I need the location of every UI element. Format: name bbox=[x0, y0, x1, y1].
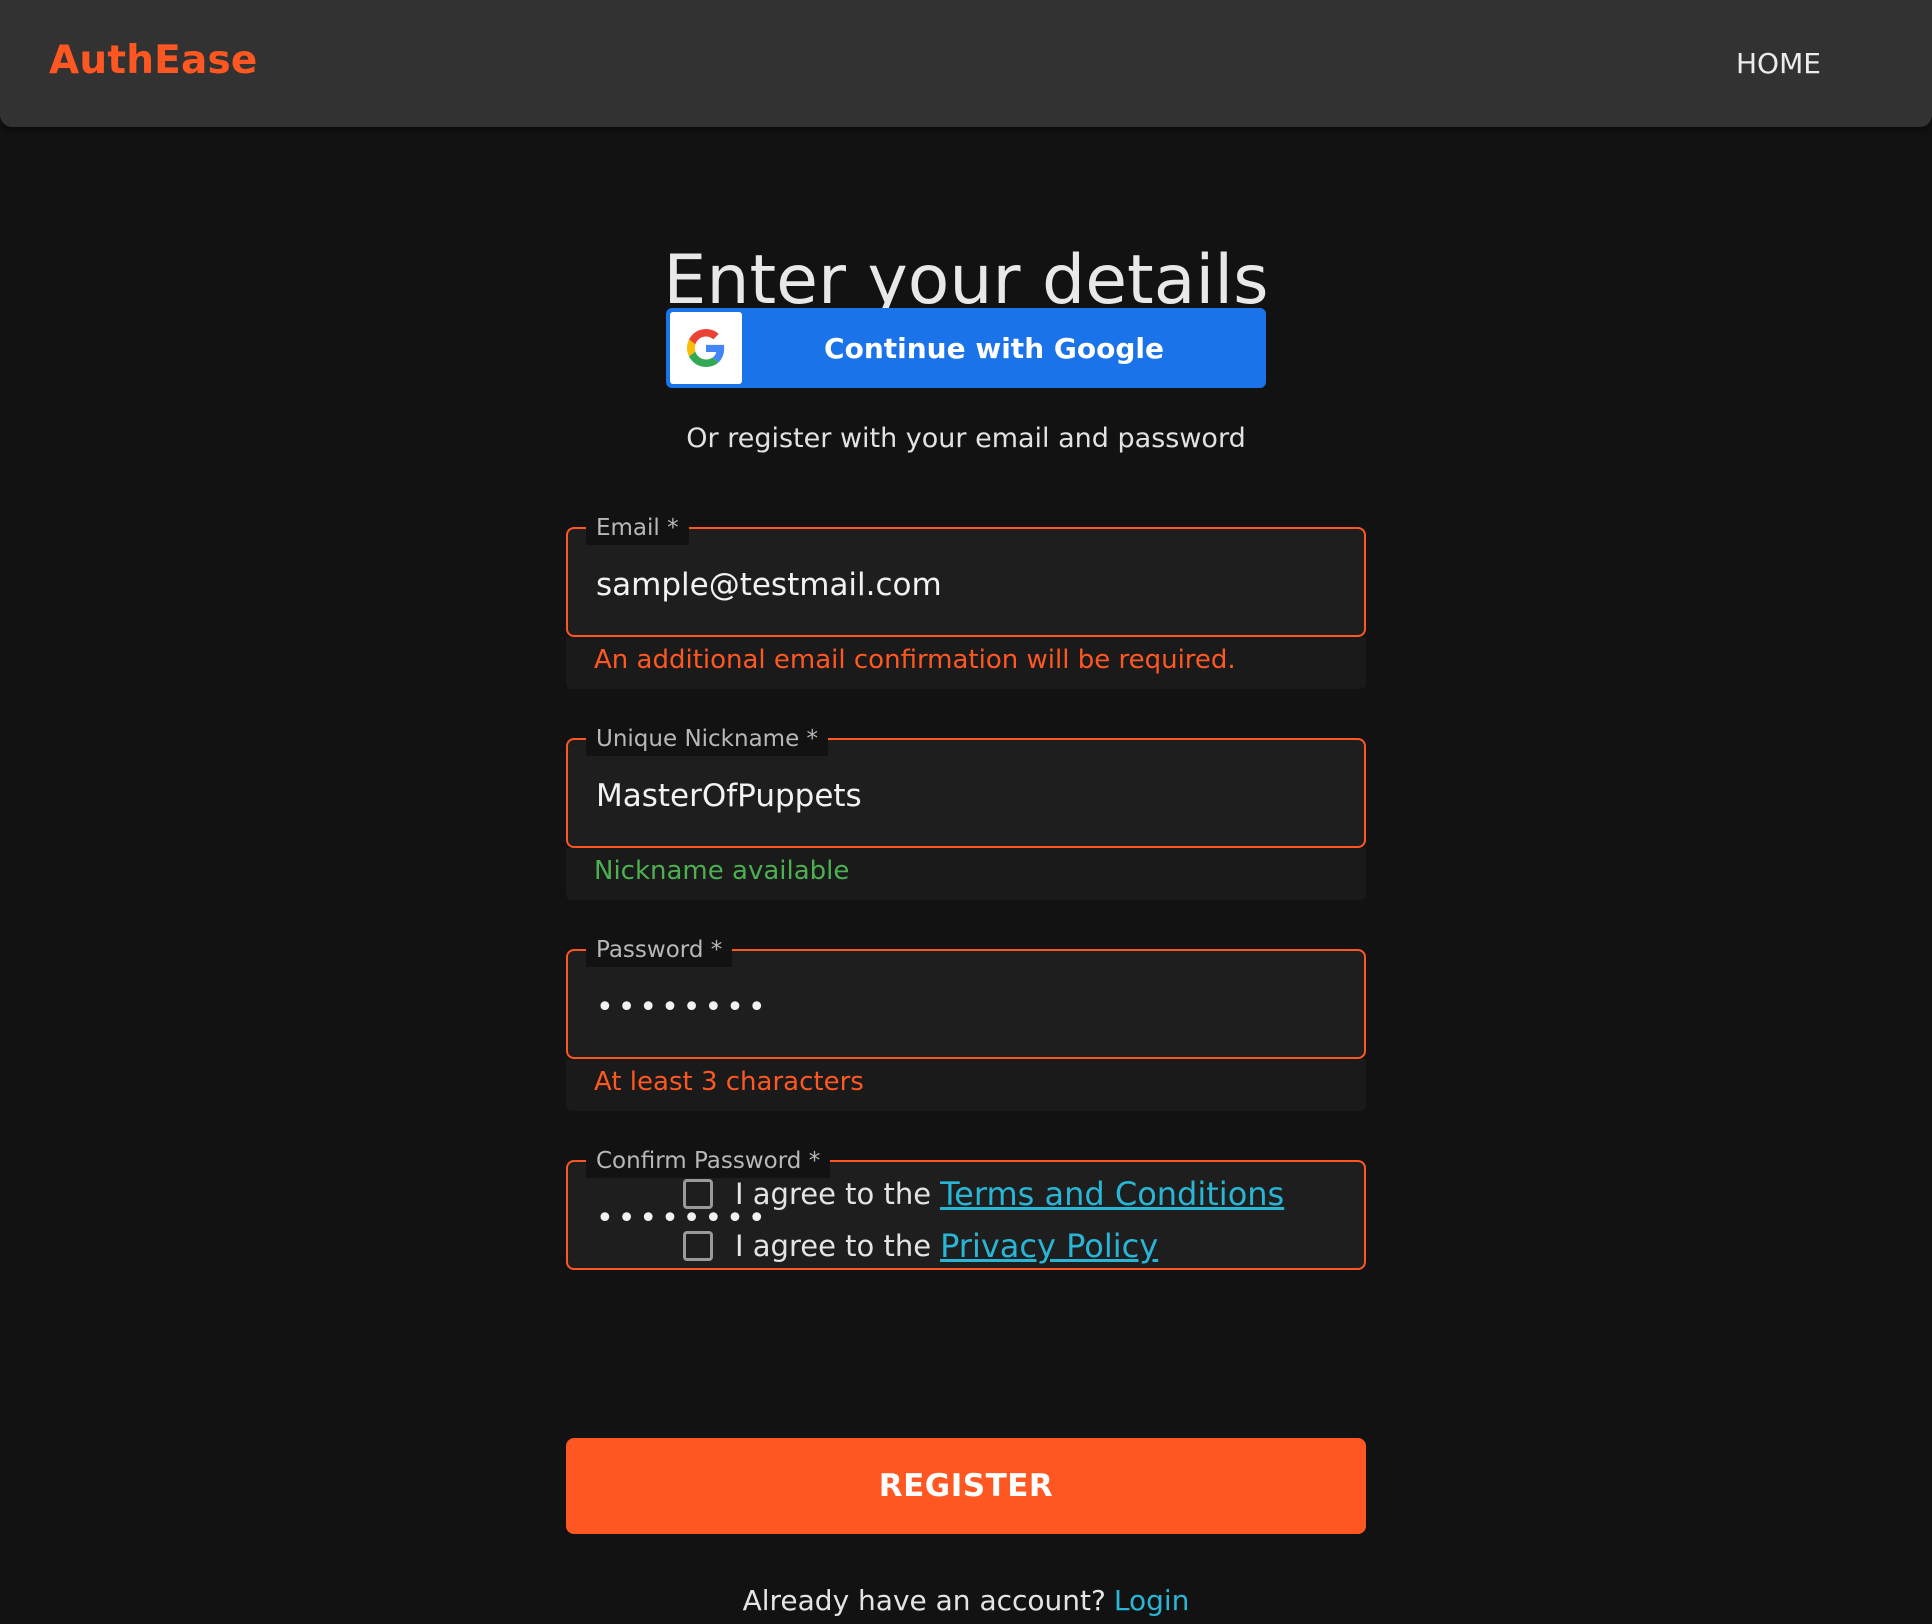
password-helper-text: At least 3 characters bbox=[594, 1067, 864, 1097]
google-g-icon bbox=[670, 312, 742, 384]
google-button-label: Continue with Google bbox=[824, 331, 1164, 365]
privacy-checkbox[interactable] bbox=[683, 1231, 713, 1261]
nickname-field-outline: Unique Nickname * bbox=[566, 722, 1366, 848]
login-prompt: Already have an account? Login bbox=[0, 1584, 1932, 1617]
login-prompt-text: Already have an account? bbox=[742, 1584, 1106, 1617]
nickname-label: Unique Nickname * bbox=[586, 722, 829, 756]
brand-logo[interactable]: AuthEase bbox=[49, 38, 258, 83]
continue-with-google-button[interactable]: Continue with Google bbox=[666, 308, 1266, 388]
email-field-outline: Email * bbox=[566, 511, 1366, 637]
register-button[interactable]: REGISTER bbox=[566, 1438, 1366, 1534]
login-link[interactable]: Login bbox=[1114, 1584, 1190, 1617]
terms-link[interactable]: Terms and Conditions bbox=[940, 1175, 1284, 1213]
nickname-helper: Nickname available bbox=[566, 848, 1366, 900]
email-label: Email * bbox=[586, 511, 689, 545]
or-register-text: Or register with your email and password bbox=[686, 423, 1246, 454]
nav-home-link[interactable]: HOME bbox=[1736, 47, 1821, 80]
app-bar: AuthEase HOME bbox=[0, 0, 1932, 127]
agreement-checks: I agree to the Terms and Conditions I ag… bbox=[683, 1168, 1284, 1272]
nickname-helper-text: Nickname available bbox=[594, 856, 850, 886]
terms-agree-text: I agree to the bbox=[735, 1177, 932, 1211]
privacy-agreement-row: I agree to the Privacy Policy bbox=[683, 1220, 1284, 1272]
terms-agreement-row: I agree to the Terms and Conditions bbox=[683, 1168, 1284, 1220]
password-helper: At least 3 characters bbox=[566, 1059, 1366, 1111]
password-label: Password * bbox=[586, 933, 733, 967]
terms-checkbox[interactable] bbox=[683, 1179, 713, 1209]
email-helper: An additional email confirmation will be… bbox=[566, 637, 1366, 689]
privacy-link[interactable]: Privacy Policy bbox=[940, 1227, 1158, 1265]
password-input[interactable] bbox=[596, 979, 1336, 1035]
email-input[interactable] bbox=[596, 557, 1336, 613]
privacy-agree-text: I agree to the bbox=[735, 1229, 932, 1263]
nickname-input[interactable] bbox=[596, 768, 1336, 824]
email-helper-text: An additional email confirmation will be… bbox=[594, 645, 1236, 675]
password-field-outline: Password * bbox=[566, 933, 1366, 1059]
